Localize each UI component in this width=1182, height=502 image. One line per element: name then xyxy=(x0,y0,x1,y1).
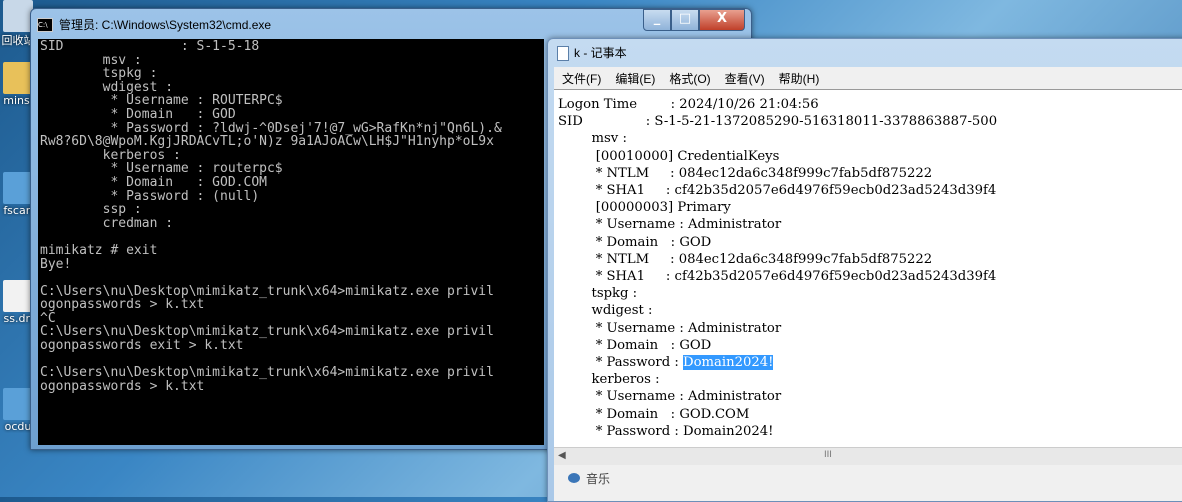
music-item[interactable]: 音乐 xyxy=(568,470,610,487)
folder-icon xyxy=(3,62,33,94)
cmd-titlebar[interactable]: C:\ 管理员: C:\Windows\System32\cmd.exe _ □… xyxy=(31,9,751,39)
notepad-icon xyxy=(557,46,569,61)
horizontal-scrollbar[interactable]: ◀ III xyxy=(554,447,1182,465)
maximize-button[interactable]: □ xyxy=(671,9,699,31)
notepad-title: k - 记事本 xyxy=(574,46,627,60)
editor-text: Logon Time : 2024/10/26 21:04:56 SID : S… xyxy=(558,97,998,439)
notepad-titlebar[interactable]: k - 记事本 xyxy=(548,39,1182,65)
menu-file[interactable]: 文件(F) xyxy=(554,70,607,87)
minimize-icon: _ xyxy=(653,11,661,26)
minimize-button[interactable]: _ xyxy=(643,9,671,31)
close-icon: X xyxy=(716,11,728,26)
menu-help[interactable]: 帮助(H) xyxy=(771,70,826,87)
menu-format[interactable]: 格式(O) xyxy=(661,70,716,87)
music-icon xyxy=(568,473,580,483)
executable-icon xyxy=(3,172,33,204)
recycle-bin-icon xyxy=(3,0,33,32)
cmd-title: 管理员: C:\Windows\System32\cmd.exe xyxy=(59,18,272,32)
console-text: SID : S-1-5-18 msv : tspkg : wdigest : *… xyxy=(40,39,502,394)
notepad-window[interactable]: k - 记事本 文件(F) 编辑(E) 格式(O) 查看(V) 帮助(H) Lo… xyxy=(547,38,1182,502)
close-button[interactable]: X xyxy=(699,9,745,31)
selected-password: Domain2024! xyxy=(683,355,774,371)
music-label: 音乐 xyxy=(586,472,611,486)
notepad-editor[interactable]: Logon Time : 2024/10/26 21:04:56 SID : S… xyxy=(554,89,1182,448)
console-output[interactable]: SID : S-1-5-18 msv : tspkg : wdigest : *… xyxy=(38,39,544,445)
cmd-icon: C:\ xyxy=(37,18,53,32)
scroll-left-icon[interactable]: ◀ xyxy=(558,450,566,461)
scroll-grip[interactable]: III xyxy=(824,450,832,460)
menu-view[interactable]: 查看(V) xyxy=(717,70,771,87)
maximize-icon: □ xyxy=(678,11,692,26)
notepad-status-area xyxy=(554,465,1182,501)
menu-edit[interactable]: 编辑(E) xyxy=(607,70,661,87)
executable-icon xyxy=(3,388,33,420)
notepad-menubar: 文件(F) 编辑(E) 格式(O) 查看(V) 帮助(H) xyxy=(554,67,1182,89)
document-icon xyxy=(3,280,33,312)
